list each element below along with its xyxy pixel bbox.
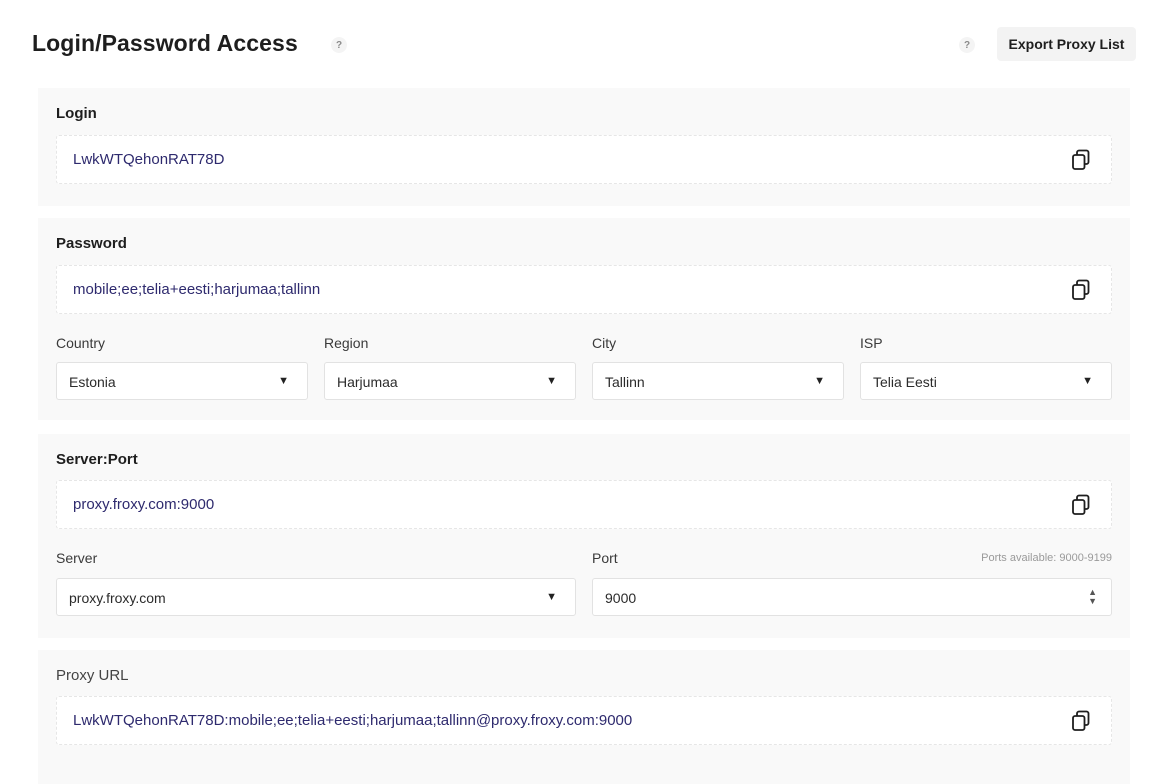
region-label: Region	[324, 335, 369, 351]
login-label: Login	[56, 105, 97, 122]
password-label: Password	[56, 235, 127, 252]
proxy-url-value: LwkWTQehonRAT78D:mobile;ee;telia+eesti;h…	[73, 712, 633, 729]
country-select[interactable]: Estonia ▼	[56, 362, 308, 400]
isp-value: Telia Eesti	[873, 374, 937, 390]
proxy-url-label: Proxy URL	[56, 667, 129, 684]
login-section: Login LwkWTQehonRAT78D	[38, 88, 1130, 206]
port-input[interactable]: 9000 ▲ ▼	[592, 578, 1112, 616]
server-port-field[interactable]: proxy.froxy.com:9000	[56, 480, 1112, 529]
server-select[interactable]: proxy.froxy.com ▼	[56, 578, 576, 616]
server-port-label: Server:Port	[56, 451, 138, 468]
city-value: Tallinn	[605, 374, 645, 390]
page-title: Login/Password Access	[32, 30, 298, 56]
port-value: 9000	[605, 590, 637, 606]
ports-available-hint: Ports available: 9000-9199	[981, 552, 1112, 564]
caret-down-icon: ▼	[278, 375, 289, 387]
caret-down-icon: ▼	[814, 375, 825, 387]
copy-icon[interactable]	[1071, 494, 1091, 516]
copy-icon[interactable]	[1071, 149, 1091, 171]
country-label: Country	[56, 335, 106, 351]
copy-icon[interactable]	[1071, 710, 1091, 732]
caret-down-icon: ▼	[1082, 375, 1093, 387]
login-field[interactable]: LwkWTQehonRAT78D	[56, 135, 1112, 184]
region-value: Harjumaa	[337, 374, 398, 390]
export-proxy-list-button[interactable]: Export Proxy List	[997, 27, 1136, 61]
caret-down-icon: ▼	[546, 591, 557, 603]
export-help-icon[interactable]: ?	[959, 37, 975, 53]
caret-down-icon: ▼	[546, 375, 557, 387]
server-port-section: Server:Port proxy.froxy.com:9000 Server …	[38, 434, 1130, 638]
country-value: Estonia	[69, 374, 116, 390]
password-section: Password mobile;ee;telia+eesti;harjumaa;…	[38, 218, 1130, 420]
server-value: proxy.froxy.com	[69, 590, 166, 606]
port-label: Port	[592, 550, 618, 566]
number-stepper-icon[interactable]: ▲ ▼	[1088, 588, 1097, 606]
proxy-url-section: Proxy URL LwkWTQehonRAT78D:mobile;ee;tel…	[38, 650, 1130, 784]
city-label: City	[592, 335, 617, 351]
isp-label: ISP	[860, 335, 883, 351]
password-field[interactable]: mobile;ee;telia+eesti;harjumaa;tallinn	[56, 265, 1112, 314]
region-select[interactable]: Harjumaa ▼	[324, 362, 576, 400]
proxy-url-field[interactable]: LwkWTQehonRAT78D:mobile;ee;telia+eesti;h…	[56, 696, 1112, 745]
help-icon[interactable]: ?	[331, 37, 347, 53]
server-label: Server	[56, 550, 98, 566]
page-header: Login/Password Access ? ? Export Proxy L…	[0, 0, 1162, 88]
isp-select[interactable]: Telia Eesti ▼	[860, 362, 1112, 400]
login-value: LwkWTQehonRAT78D	[73, 151, 225, 168]
server-port-value: proxy.froxy.com:9000	[73, 496, 215, 513]
city-select[interactable]: Tallinn ▼	[592, 362, 844, 400]
copy-icon[interactable]	[1071, 279, 1091, 301]
password-value: mobile;ee;telia+eesti;harjumaa;tallinn	[73, 281, 321, 298]
